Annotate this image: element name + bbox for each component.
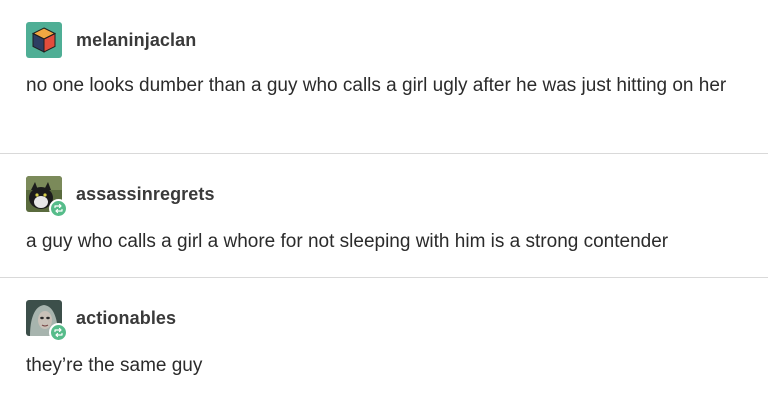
post-header: assassinregrets	[26, 176, 748, 218]
username[interactable]: melaninjaclan	[76, 30, 196, 51]
post-2: assassinregrets a guy who calls a girl a…	[0, 154, 768, 278]
reblog-icon	[49, 323, 68, 342]
cube-icon	[26, 22, 62, 58]
post-1: melaninjaclan no one looks dumber than a…	[0, 0, 768, 154]
avatar[interactable]	[26, 176, 68, 218]
post-3: actionables they’re the same guy	[0, 278, 768, 402]
reblog-icon	[49, 199, 68, 218]
post-text: a guy who calls a girl a whore for not s…	[26, 231, 669, 252]
post-header: actionables	[26, 300, 748, 342]
username[interactable]: actionables	[76, 308, 176, 329]
avatar[interactable]	[26, 22, 62, 58]
post-header: melaninjaclan	[26, 22, 748, 58]
post-text: they’re the same guy	[26, 355, 203, 376]
avatar[interactable]	[26, 300, 68, 342]
username[interactable]: assassinregrets	[76, 184, 215, 205]
post-text: no one looks dumber than a guy who calls…	[26, 75, 727, 96]
